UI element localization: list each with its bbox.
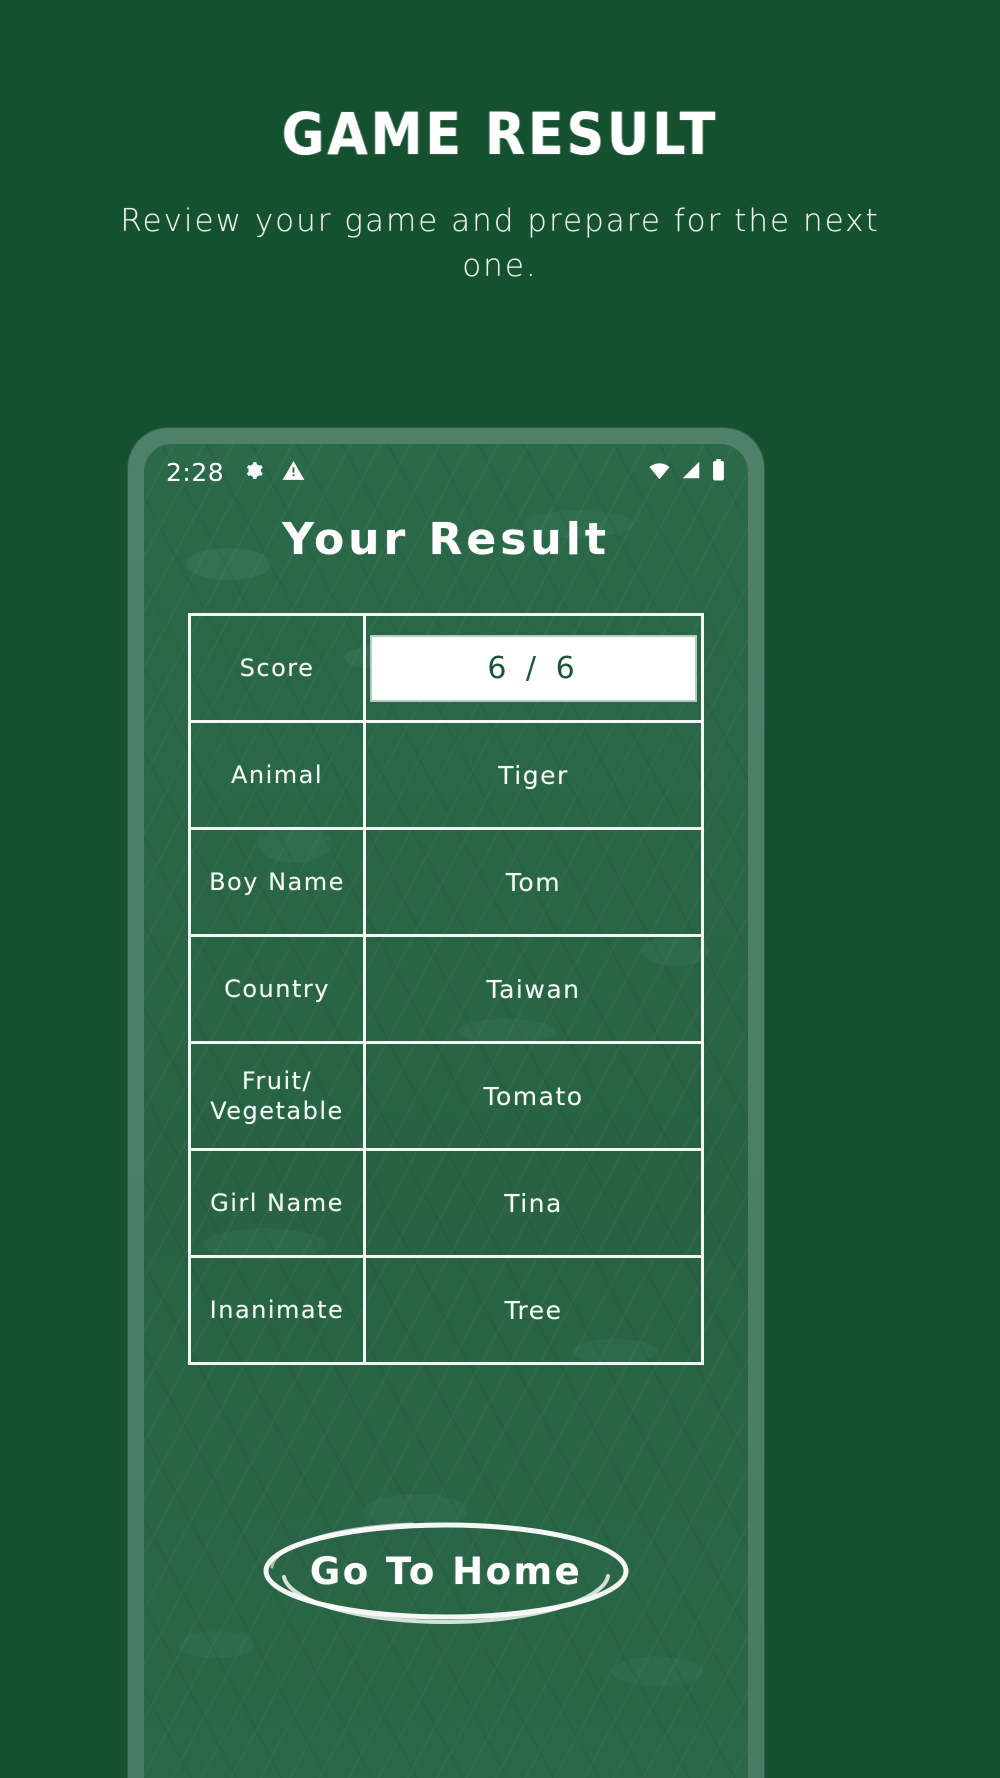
page-subtitle: Review your game and prepare for the nex… <box>120 203 880 284</box>
status-time: 2:28 <box>166 457 225 487</box>
row-label: Boy Name <box>191 830 366 934</box>
score-highlight: 6 / 6 <box>372 636 695 700</box>
row-label: Score <box>191 616 366 720</box>
row-label: Animal <box>191 723 366 827</box>
result-table: Score 6 / 6 Animal Tiger Boy Name Tom Co… <box>188 613 704 1365</box>
table-row: Fruit/ Vegetable Tomato <box>188 1041 704 1148</box>
phone-screen: 2:28 Your Result Score 6 / 6 Animal Tige… <box>144 444 748 1778</box>
row-label: Fruit/ Vegetable <box>191 1044 366 1148</box>
row-label: Country <box>191 937 366 1041</box>
gear-icon <box>240 458 265 487</box>
screen-title: Your Result <box>282 514 610 565</box>
battery-icon <box>711 458 726 486</box>
wifi-icon <box>648 459 671 486</box>
phone-mockup-frame: 2:28 Your Result Score 6 / 6 Animal Tige… <box>128 428 764 1778</box>
table-row: Country Taiwan <box>188 934 704 1041</box>
promo-header: GAME RESULT Review your game and prepare… <box>0 0 1000 430</box>
row-label: Inanimate <box>191 1258 366 1362</box>
row-value: Tiger <box>498 760 569 790</box>
page-title: GAME RESULT <box>281 101 719 169</box>
row-value: Taiwan <box>486 974 581 1004</box>
status-bar-left: 2:28 <box>166 458 306 487</box>
warning-triangle-icon <box>281 458 306 487</box>
row-label: Girl Name <box>191 1151 366 1255</box>
status-bar-right <box>648 458 726 486</box>
row-value-cell: 6 / 6 <box>366 616 701 720</box>
status-bar: 2:28 <box>144 444 748 500</box>
go-to-home-button[interactable]: Go To Home <box>256 1515 636 1627</box>
table-row: Score 6 / 6 <box>188 613 704 720</box>
row-value: Tom <box>505 867 562 897</box>
table-row: Inanimate Tree <box>188 1255 704 1365</box>
row-value: Tree <box>504 1295 563 1325</box>
row-value: Tomato <box>483 1081 584 1111</box>
table-row: Girl Name Tina <box>188 1148 704 1255</box>
table-row: Animal Tiger <box>188 720 704 827</box>
cellular-signal-icon <box>680 459 702 485</box>
row-value: Tina <box>504 1188 563 1218</box>
table-row: Boy Name Tom <box>188 827 704 934</box>
go-to-home-label: Go To Home <box>309 1549 583 1593</box>
